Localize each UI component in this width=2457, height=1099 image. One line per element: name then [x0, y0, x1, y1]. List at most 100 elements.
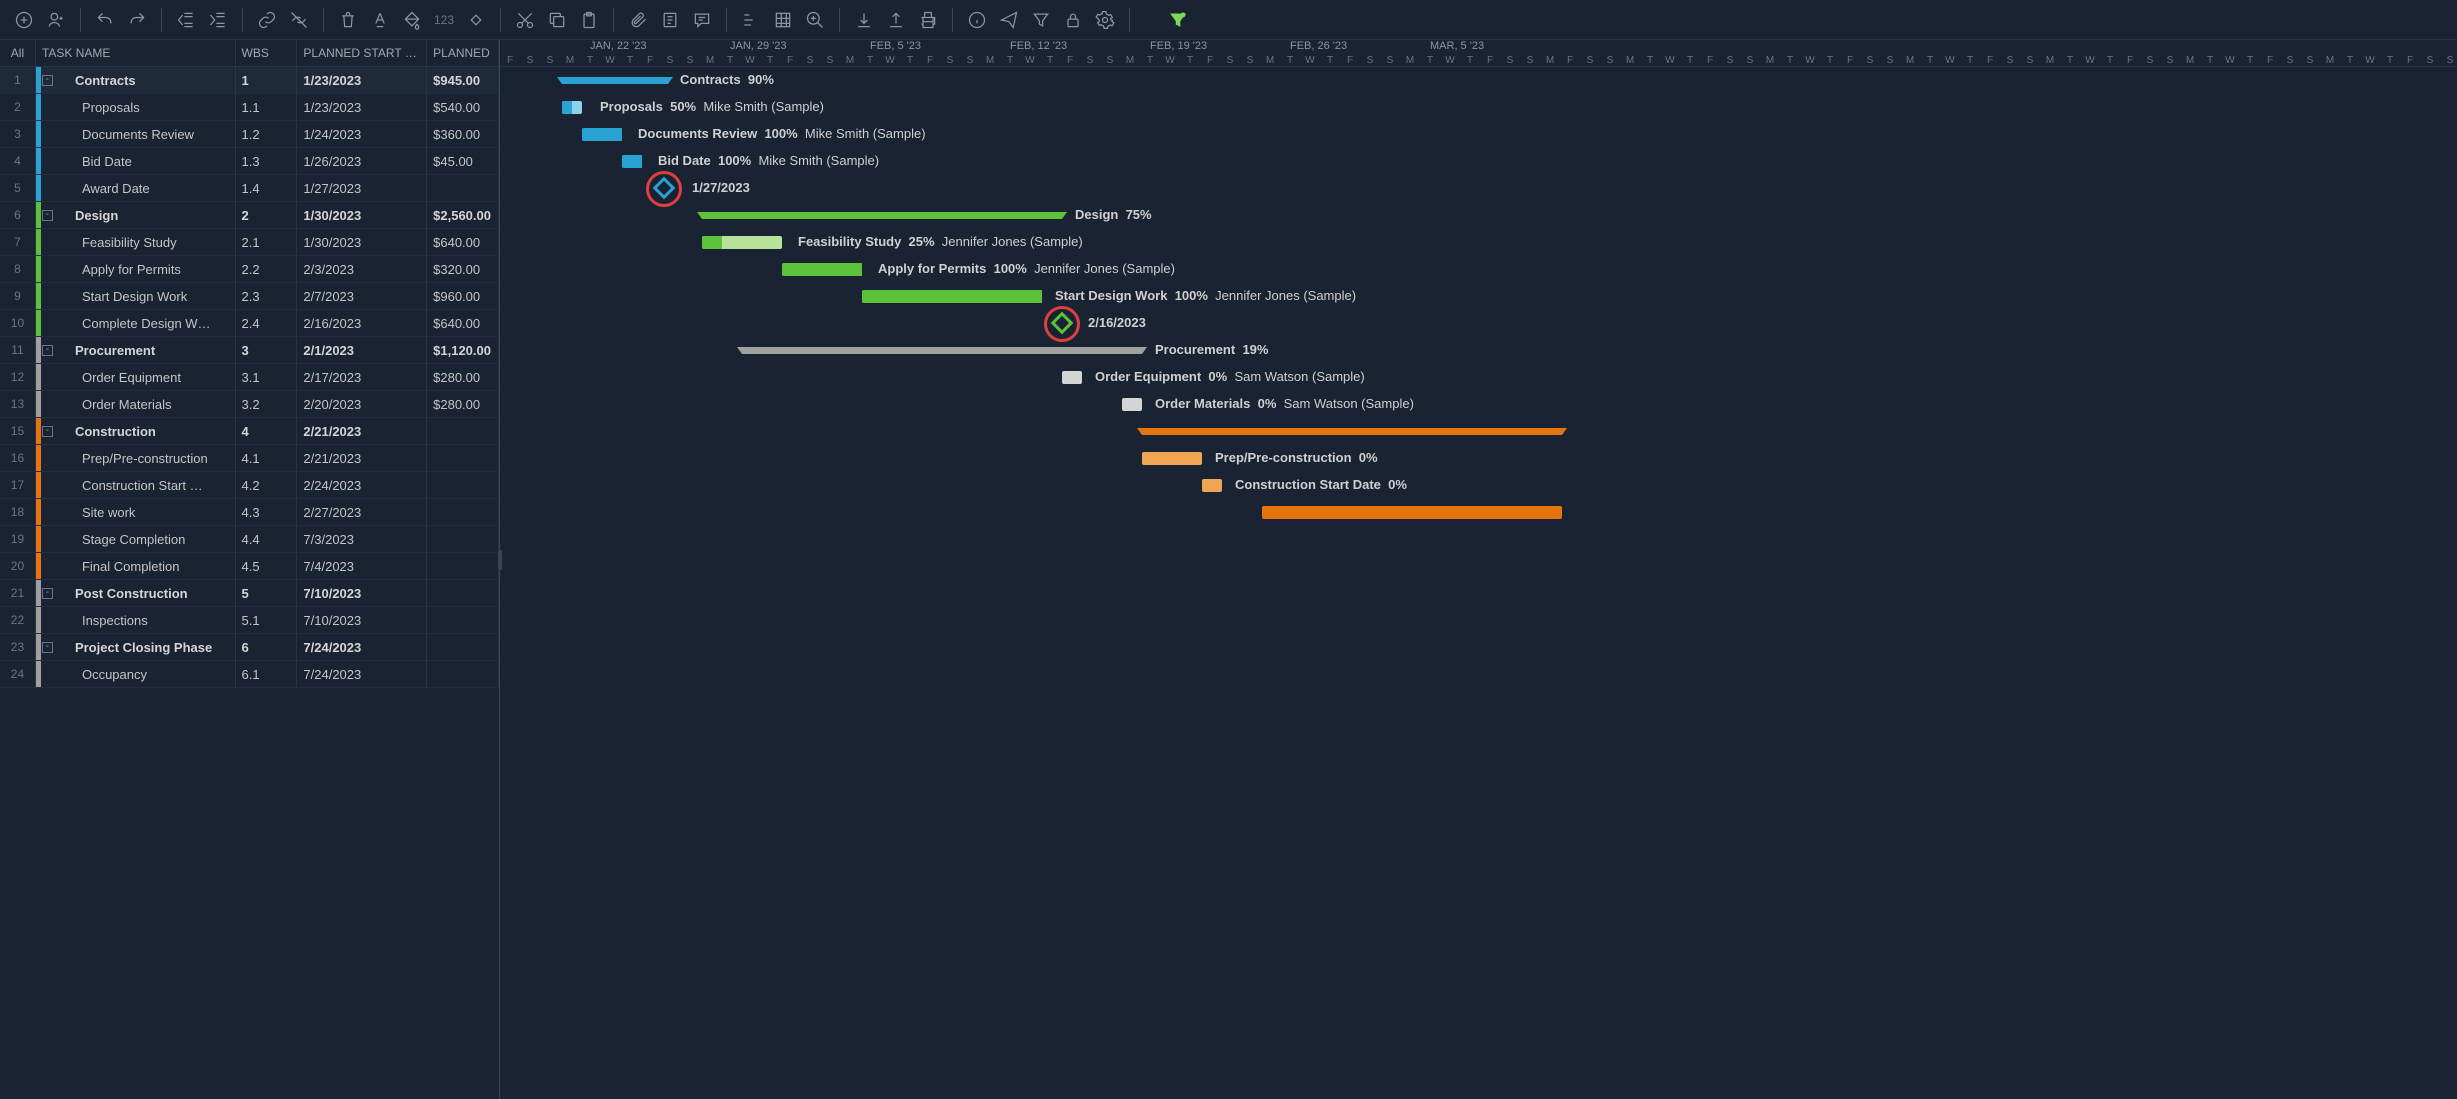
- start-cell[interactable]: 1/30/2023: [297, 202, 427, 228]
- task-name-cell[interactable]: Occupancy: [36, 661, 236, 687]
- cost-cell[interactable]: [427, 553, 499, 579]
- task-bar[interactable]: [862, 290, 1042, 303]
- cost-cell[interactable]: $960.00: [427, 283, 499, 309]
- text-color-icon[interactable]: [366, 6, 394, 34]
- cost-cell[interactable]: $640.00: [427, 229, 499, 255]
- table-row[interactable]: 22Inspections5.17/10/2023: [0, 607, 499, 634]
- table-row[interactable]: 10Complete Design W…2.42/16/2023$640.00: [0, 310, 499, 337]
- notes-icon[interactable]: [656, 6, 684, 34]
- cost-cell[interactable]: $2,560.00: [427, 202, 499, 228]
- cost-cell[interactable]: [427, 445, 499, 471]
- wbs-cell[interactable]: 4.2: [236, 472, 298, 498]
- info-icon[interactable]: [963, 6, 991, 34]
- task-name-cell[interactable]: Site work: [36, 499, 236, 525]
- start-cell[interactable]: 2/20/2023: [297, 391, 427, 417]
- start-cell[interactable]: 2/24/2023: [297, 472, 427, 498]
- zoom-icon[interactable]: [801, 6, 829, 34]
- wbs-cell[interactable]: 6.1: [236, 661, 298, 687]
- wbs-cell[interactable]: 6: [236, 634, 298, 660]
- start-cell[interactable]: 2/21/2023: [297, 445, 427, 471]
- wbs-cell[interactable]: 1.3: [236, 148, 298, 174]
- expand-toggle[interactable]: -: [42, 210, 53, 221]
- active-filter-icon[interactable]: [1164, 6, 1192, 34]
- task-name-cell[interactable]: -Contracts: [36, 67, 236, 93]
- wbs-cell[interactable]: 3.2: [236, 391, 298, 417]
- start-cell[interactable]: 1/27/2023: [297, 175, 427, 201]
- table-row[interactable]: 17Construction Start …4.22/24/2023: [0, 472, 499, 499]
- wbs-cell[interactable]: 1: [236, 67, 298, 93]
- wbs-cell[interactable]: 1.4: [236, 175, 298, 201]
- task-name-cell[interactable]: Stage Completion: [36, 526, 236, 552]
- start-cell[interactable]: 2/27/2023: [297, 499, 427, 525]
- table-row[interactable]: 15-Construction42/21/2023: [0, 418, 499, 445]
- start-cell[interactable]: 2/17/2023: [297, 364, 427, 390]
- start-cell[interactable]: 1/23/2023: [297, 94, 427, 120]
- task-name-cell[interactable]: Start Design Work: [36, 283, 236, 309]
- task-name-cell[interactable]: -Construction: [36, 418, 236, 444]
- task-name-cell[interactable]: Order Materials: [36, 391, 236, 417]
- start-cell[interactable]: 7/10/2023: [297, 580, 427, 606]
- import-icon[interactable]: [850, 6, 878, 34]
- start-cell[interactable]: 1/24/2023: [297, 121, 427, 147]
- start-cell[interactable]: 2/16/2023: [297, 310, 427, 336]
- table-row[interactable]: 12Order Equipment3.12/17/2023$280.00: [0, 364, 499, 391]
- cost-cell[interactable]: [427, 175, 499, 201]
- task-bar[interactable]: [1122, 398, 1142, 411]
- expand-toggle[interactable]: -: [42, 642, 53, 653]
- col-planned-cost[interactable]: PLANNED: [427, 40, 499, 66]
- cost-cell[interactable]: [427, 472, 499, 498]
- grid-view-icon[interactable]: [769, 6, 797, 34]
- wbs-cell[interactable]: 4: [236, 418, 298, 444]
- task-name-cell[interactable]: -Project Closing Phase: [36, 634, 236, 660]
- add-icon[interactable]: [10, 6, 38, 34]
- task-bar[interactable]: [582, 128, 622, 141]
- table-row[interactable]: 6-Design21/30/2023$2,560.00: [0, 202, 499, 229]
- expand-toggle[interactable]: -: [42, 75, 53, 86]
- table-row[interactable]: 21-Post Construction57/10/2023: [0, 580, 499, 607]
- trash-icon[interactable]: [334, 6, 362, 34]
- fill-color-icon[interactable]: [398, 6, 426, 34]
- expand-toggle[interactable]: -: [42, 588, 53, 599]
- expand-toggle[interactable]: -: [42, 426, 53, 437]
- task-bar[interactable]: [702, 236, 782, 249]
- summary-bar[interactable]: [702, 212, 1062, 219]
- print-icon[interactable]: [914, 6, 942, 34]
- task-bar[interactable]: [782, 263, 862, 276]
- task-name-cell[interactable]: Final Completion: [36, 553, 236, 579]
- indent-icon[interactable]: [204, 6, 232, 34]
- col-all[interactable]: All: [0, 40, 36, 66]
- task-name-cell[interactable]: -Post Construction: [36, 580, 236, 606]
- task-bar[interactable]: [1262, 506, 1562, 519]
- tag-icon[interactable]: [462, 6, 490, 34]
- start-cell[interactable]: 1/26/2023: [297, 148, 427, 174]
- cost-cell[interactable]: [427, 634, 499, 660]
- add-user-icon[interactable]: [42, 6, 70, 34]
- cost-cell[interactable]: $640.00: [427, 310, 499, 336]
- table-row[interactable]: 18Site work4.32/27/2023: [0, 499, 499, 526]
- table-row[interactable]: 3Documents Review1.21/24/2023$360.00: [0, 121, 499, 148]
- wbs-cell[interactable]: 2.4: [236, 310, 298, 336]
- task-name-cell[interactable]: Inspections: [36, 607, 236, 633]
- task-name-cell[interactable]: Bid Date: [36, 148, 236, 174]
- task-name-cell[interactable]: Feasibility Study: [36, 229, 236, 255]
- send-icon[interactable]: [995, 6, 1023, 34]
- wbs-cell[interactable]: 5: [236, 580, 298, 606]
- table-row[interactable]: 9Start Design Work2.32/7/2023$960.00: [0, 283, 499, 310]
- task-name-cell[interactable]: Order Equipment: [36, 364, 236, 390]
- table-row[interactable]: 1-Contracts11/23/2023$945.00: [0, 67, 499, 94]
- table-row[interactable]: 20Final Completion4.57/4/2023: [0, 553, 499, 580]
- undo-icon[interactable]: [91, 6, 119, 34]
- cost-cell[interactable]: [427, 607, 499, 633]
- grid-splitter[interactable]: [498, 550, 502, 570]
- cost-cell[interactable]: $1,120.00: [427, 337, 499, 363]
- start-cell[interactable]: 7/24/2023: [297, 661, 427, 687]
- summary-bar[interactable]: [1142, 428, 1562, 435]
- task-name-cell[interactable]: Construction Start …: [36, 472, 236, 498]
- start-cell[interactable]: 7/24/2023: [297, 634, 427, 660]
- start-cell[interactable]: 7/4/2023: [297, 553, 427, 579]
- task-bar[interactable]: [1202, 479, 1222, 492]
- task-name-cell[interactable]: Apply for Permits: [36, 256, 236, 282]
- wbs-cell[interactable]: 4.3: [236, 499, 298, 525]
- cost-cell[interactable]: $360.00: [427, 121, 499, 147]
- table-row[interactable]: 5Award Date1.41/27/2023: [0, 175, 499, 202]
